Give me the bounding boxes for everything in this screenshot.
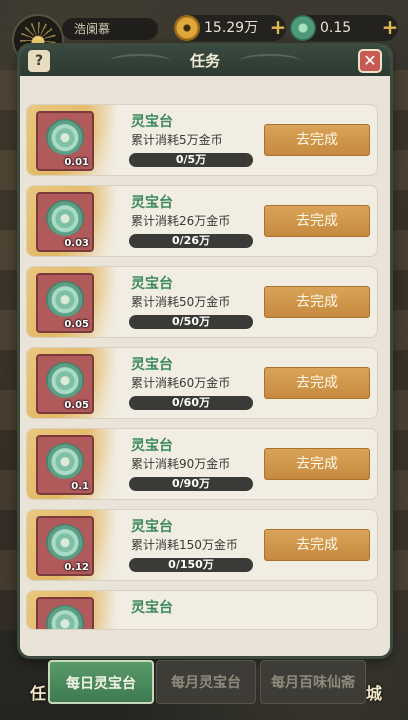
tab-monthly-baiwei-xianzhai[interactable]: 每月百味仙斋: [260, 660, 366, 704]
modal-header: ? 任务 ✕: [20, 46, 390, 76]
tab-daily-lingbaotai[interactable]: 每日灵宝台: [48, 660, 154, 704]
reward-quantity: 0.03: [64, 238, 89, 249]
bottom-tab-bar: 任 每日灵宝台 每月灵宝台 每月百味仙斋 城: [0, 656, 408, 720]
gold-counter: 15.29万 +: [174, 15, 288, 41]
background-left-panel: [0, 70, 22, 630]
go-complete-button[interactable]: 去完成: [264, 529, 370, 561]
task-list[interactable]: 0.01 灵宝台 累计消耗5万金币 0/5万 去完成 0.03 灵宝台 累计消耗…: [26, 104, 378, 656]
reward-quantity: 0.05: [64, 400, 89, 411]
reward-item[interactable]: 0.1: [36, 435, 94, 495]
reward-item[interactable]: 0.05: [36, 273, 94, 333]
reward-item[interactable]: 0.05: [36, 354, 94, 414]
modal-title: 任务: [189, 52, 220, 70]
task-name: 灵宝台: [131, 357, 173, 373]
task-card: 0.1 灵宝台 累计消耗90万金币 0/90万 去完成: [26, 428, 378, 500]
progress-bar: 0/150万: [129, 558, 253, 572]
reward-quantity: 0.01: [64, 157, 89, 168]
side-decoration-left: 任: [30, 684, 47, 703]
reward-item[interactable]: 0.12: [36, 516, 94, 576]
progress-bar: 0/50万: [129, 315, 253, 329]
progress-text: 0/90万: [172, 477, 210, 490]
reward-item[interactable]: 0.03: [36, 192, 94, 252]
task-card-partial: 灵宝台: [26, 590, 378, 630]
task-description: 累计消耗90万金币: [131, 457, 231, 471]
reward-quantity: 0.1: [71, 481, 89, 492]
reward-quantity: 0.05: [64, 319, 89, 330]
jade-reward-icon: [46, 281, 84, 317]
task-name: 灵宝台: [131, 438, 173, 454]
tab-monthly-lingbaotai[interactable]: 每月灵宝台: [156, 660, 256, 704]
jade-icon: [290, 15, 316, 41]
task-card: 0.12 灵宝台 累计消耗150万金币 0/150万 去完成: [26, 509, 378, 581]
task-description: 累计消耗26万金币: [131, 214, 231, 228]
jade-counter: 0.15 +: [290, 15, 400, 41]
jade-reward-icon: [46, 524, 84, 560]
player-name: 浩阑慕: [62, 18, 158, 40]
task-name: 灵宝台: [131, 519, 173, 535]
task-card: 0.05 灵宝台 累计消耗60万金币 0/60万 去完成: [26, 347, 378, 419]
side-decoration-right: 城: [366, 684, 383, 703]
gold-coin-icon: [174, 15, 200, 41]
task-name: 灵宝台: [131, 600, 173, 616]
add-jade-button[interactable]: +: [380, 17, 400, 39]
reward-quantity: 0.12: [64, 562, 89, 573]
reward-item[interactable]: 0.01: [36, 111, 94, 171]
progress-text: 0/26万: [172, 234, 210, 247]
jade-reward-icon: [46, 605, 84, 629]
go-complete-button[interactable]: 去完成: [264, 286, 370, 318]
task-description: 累计消耗150万金币: [131, 538, 238, 552]
reward-item[interactable]: [36, 597, 94, 629]
task-description: 累计消耗5万金币: [131, 133, 223, 147]
task-name: 灵宝台: [131, 276, 173, 292]
task-modal: ? 任务 ✕ 0.01 灵宝台 累计消耗5万金币 0/5万 去完成 0.03 灵…: [20, 46, 390, 656]
task-name: 灵宝台: [131, 195, 173, 211]
progress-text: 0/60万: [172, 396, 210, 409]
task-name: 灵宝台: [131, 114, 173, 130]
progress-text: 0/5万: [175, 153, 207, 166]
progress-bar: 0/5万: [129, 153, 253, 167]
task-card: 0.03 灵宝台 累计消耗26万金币 0/26万 去完成: [26, 185, 378, 257]
progress-bar: 0/90万: [129, 477, 253, 491]
progress-text: 0/50万: [172, 315, 210, 328]
task-description: 累计消耗60万金币: [131, 376, 231, 390]
jade-reward-icon: [46, 200, 84, 236]
jade-reward-icon: [46, 443, 84, 479]
task-description: 累计消耗50万金币: [131, 295, 231, 309]
gold-value: 15.29万: [204, 20, 259, 36]
close-button[interactable]: ✕: [358, 49, 382, 73]
jade-value: 0.15: [320, 20, 352, 36]
top-bar: 浩阑慕 15.29万 + 0.15 +: [0, 8, 408, 66]
add-gold-button[interactable]: +: [268, 17, 288, 39]
progress-bar: 0/26万: [129, 234, 253, 248]
go-complete-button[interactable]: 去完成: [264, 205, 370, 237]
progress-text: 0/150万: [168, 558, 214, 571]
go-complete-button[interactable]: 去完成: [264, 448, 370, 480]
task-card: 0.05 灵宝台 累计消耗50万金币 0/50万 去完成: [26, 266, 378, 338]
go-complete-button[interactable]: 去完成: [264, 367, 370, 399]
go-complete-button[interactable]: 去完成: [264, 124, 370, 156]
jade-reward-icon: [46, 362, 84, 398]
progress-bar: 0/60万: [129, 396, 253, 410]
jade-reward-icon: [46, 119, 84, 155]
task-card: 0.01 灵宝台 累计消耗5万金币 0/5万 去完成: [26, 104, 378, 176]
